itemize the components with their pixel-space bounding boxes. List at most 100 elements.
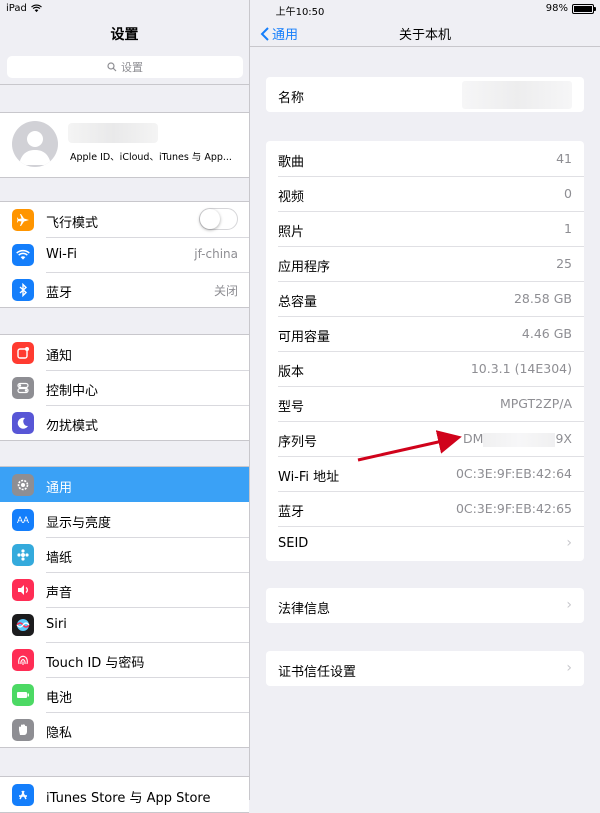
profile-subtitle: Apple ID、iCloud、iTunes 与 App... xyxy=(70,152,232,163)
info-label: 总容量 xyxy=(278,295,318,310)
sidebar-item-label: iTunes Store 与 App Store xyxy=(46,791,211,806)
bluetooth-status-value: 关闭 xyxy=(213,284,238,298)
info-label: SEID xyxy=(278,536,309,551)
control-center-icon xyxy=(12,377,34,399)
legal-group: 法律信息 › xyxy=(266,588,584,623)
sidebar-item-label: 通知 xyxy=(46,349,73,364)
info-row-available: 可用容量 4.46 GB xyxy=(266,316,584,351)
fingerprint-icon xyxy=(12,649,34,671)
sidebar-item-general[interactable]: 通用 xyxy=(0,467,249,502)
sidebar-item-display[interactable]: AA 显示与亮度 xyxy=(0,502,249,537)
chevron-right-icon: › xyxy=(566,660,572,676)
name-group: 名称 xyxy=(266,77,584,112)
sidebar-item-label: 墙纸 xyxy=(46,551,73,566)
info-value: 0C:3E:9F:EB:42:65 xyxy=(455,501,572,516)
battery-icon xyxy=(12,684,34,706)
divider xyxy=(0,84,249,85)
info-label: 应用程序 xyxy=(278,260,331,275)
apple-id-profile[interactable]: Apple ID、iCloud、iTunes 与 App... xyxy=(0,112,249,178)
siri-icon xyxy=(12,614,34,636)
wallpaper-icon xyxy=(12,544,34,566)
search-icon xyxy=(107,62,117,72)
info-row-bluetooth-address: 蓝牙 0C:3E:9F:EB:42:65 xyxy=(266,491,584,526)
info-value: 4.46 GB xyxy=(521,326,572,341)
sidebar-item-control-center[interactable]: 控制中心 xyxy=(0,370,249,405)
serial-value: DM 9X xyxy=(463,431,572,447)
sidebar-item-siri[interactable]: Siri xyxy=(0,607,249,642)
sidebar-item-label: Wi-Fi xyxy=(46,247,78,262)
info-row-version: 版本 10.3.1 (14E304) xyxy=(266,351,584,386)
info-row-photos: 照片 1 xyxy=(266,211,584,246)
info-value: 1 xyxy=(564,221,572,236)
sidebar-item-touch-id[interactable]: Touch ID 与密码 xyxy=(0,642,249,677)
info-label: 照片 xyxy=(278,225,305,240)
info-value: 0 xyxy=(564,186,572,201)
bluetooth-icon xyxy=(12,279,34,301)
sidebar-item-label: Touch ID 与密码 xyxy=(46,656,145,671)
notifications-icon xyxy=(12,342,34,364)
airplane-mode-toggle[interactable] xyxy=(199,208,238,230)
info-label: 蓝牙 xyxy=(278,505,305,520)
profile-name-redacted xyxy=(68,123,158,143)
divider xyxy=(250,46,600,47)
info-row-applications: 应用程序 25 xyxy=(266,246,584,281)
status-bar-right: 上午10:50 98% xyxy=(0,0,600,18)
legal-row[interactable]: 法律信息 › xyxy=(266,588,584,623)
sidebar-item-wallpaper[interactable]: 墙纸 xyxy=(0,537,249,572)
sidebar-item-itunes-app-store[interactable]: iTunes Store 与 App Store xyxy=(0,777,249,812)
wifi-icon xyxy=(12,244,34,266)
serial-redacted xyxy=(483,432,556,447)
sidebar-item-privacy[interactable]: 隐私 xyxy=(0,712,249,747)
sidebar-item-label: 勿扰模式 xyxy=(46,419,99,434)
sidebar-item-label: 通用 xyxy=(46,481,73,496)
chevron-right-icon: › xyxy=(566,597,572,613)
sound-icon xyxy=(12,579,34,601)
sidebar-item-bluetooth[interactable]: 蓝牙 关闭 xyxy=(0,272,249,307)
airplane-icon xyxy=(12,209,34,231)
moon-icon xyxy=(12,412,34,434)
sidebar-item-battery[interactable]: 电池 xyxy=(0,677,249,712)
info-row-seid[interactable]: SEID › xyxy=(266,526,584,561)
page-title: 关于本机 xyxy=(398,28,451,43)
info-row-videos: 视频 0 xyxy=(266,176,584,211)
chevron-right-icon: › xyxy=(566,535,572,551)
wifi-network-value: jf-china xyxy=(194,247,238,261)
sidebar-item-wifi[interactable]: Wi-Fi jf-china xyxy=(0,237,249,272)
info-value: 0C:3E:9F:EB:42:64 xyxy=(455,466,572,481)
name-row[interactable]: 名称 xyxy=(266,77,584,112)
annotation-arrow xyxy=(357,430,462,462)
app-store-icon xyxy=(12,784,34,806)
cert-label: 证书信任设置 xyxy=(278,665,357,680)
info-value: 25 xyxy=(556,256,572,271)
notification-group: 通知 控制中心 勿扰模式 xyxy=(0,334,249,441)
sidebar-item-notifications[interactable]: 通知 xyxy=(0,335,249,370)
sidebar-item-label: 声音 xyxy=(46,586,73,601)
battery-fill xyxy=(574,5,592,12)
info-label: 型号 xyxy=(278,400,305,415)
info-group: 歌曲 41 视频 0 照片 1 应用程序 25 总容量 28.58 GB 可用容… xyxy=(266,141,584,561)
search-placeholder: 设置 xyxy=(121,61,143,74)
info-value: 10.3.1 (14E304) xyxy=(470,361,572,376)
info-value: 41 xyxy=(556,151,572,166)
sidebar-item-label: 电池 xyxy=(46,691,73,706)
cert-trust-row[interactable]: 证书信任设置 › xyxy=(266,651,584,686)
info-value: MPGT2ZP/A xyxy=(499,396,572,411)
info-row-model: 型号 MPGT2ZP/A xyxy=(266,386,584,421)
sidebar-item-do-not-disturb[interactable]: 勿扰模式 xyxy=(0,405,249,440)
toggle-knob xyxy=(200,209,220,229)
sidebar-item-airplane[interactable]: 飞行模式 xyxy=(0,202,249,237)
info-value: 28.58 GB xyxy=(513,291,572,306)
about-panel: 上午10:50 98% 通用 关于本机 名称 歌曲 41 视频 0 照片 1 应… xyxy=(250,0,600,800)
sidebar-item-label: 蓝牙 xyxy=(46,286,73,301)
sidebar-item-label: 隐私 xyxy=(46,726,73,741)
avatar xyxy=(12,121,58,167)
sidebar-item-label: 飞行模式 xyxy=(46,216,99,231)
sidebar-title: 设置 xyxy=(110,27,139,43)
hand-icon xyxy=(12,719,34,741)
info-label: 歌曲 xyxy=(278,155,305,170)
info-label: 视频 xyxy=(278,190,305,205)
search-field[interactable]: 设置 xyxy=(7,56,243,78)
display-icon: AA xyxy=(12,509,34,531)
sidebar-item-sounds[interactable]: 声音 xyxy=(0,572,249,607)
person-icon xyxy=(19,131,51,165)
